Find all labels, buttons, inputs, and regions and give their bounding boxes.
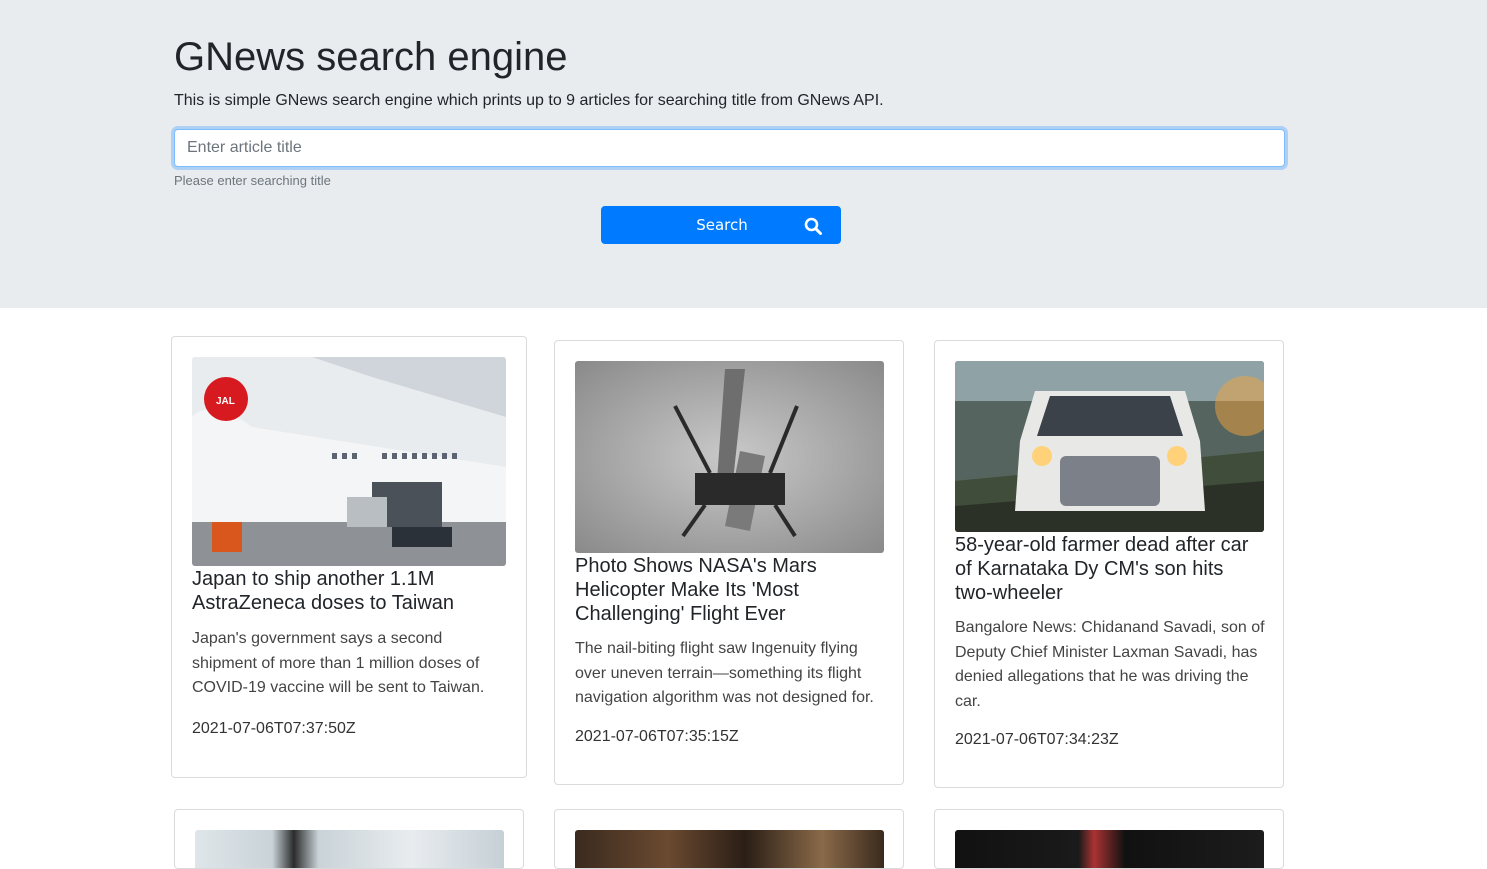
article-date: 2021-07-06T07:37:50Z (192, 720, 356, 737)
article-image[interactable] (575, 361, 884, 553)
article-image[interactable] (955, 830, 1264, 868)
article-description: Bangalore News: Chidanand Savadi, son of… (955, 619, 1265, 710)
svg-text:JAL: JAL (216, 396, 235, 407)
search-button[interactable]: Search (601, 206, 841, 244)
article-description: The nail-biting flight saw Ingenuity fly… (575, 640, 874, 706)
article-date: 2021-07-06T07:35:15Z (575, 728, 739, 745)
article-card[interactable]: JAL Japan to ship another 1.1M AstraZene… (171, 336, 527, 778)
page-title: GNews search engine (174, 35, 568, 79)
jumbotron: GNews search engine This is simple GNews… (0, 0, 1487, 308)
article-card[interactable] (554, 809, 904, 869)
article-image[interactable]: JAL (192, 357, 506, 566)
article-title[interactable]: 58-year-old farmer dead after car of Kar… (955, 533, 1265, 605)
search-icon (804, 217, 822, 235)
article-title[interactable]: Japan to ship another 1.1M AstraZeneca d… (192, 567, 506, 615)
article-image[interactable] (575, 830, 884, 868)
article-title[interactable]: Photo Shows NASA's Mars Helicopter Make … (575, 554, 885, 626)
article-card[interactable] (174, 809, 524, 869)
article-card[interactable]: Photo Shows NASA's Mars Helicopter Make … (554, 340, 904, 785)
article-date: 2021-07-06T07:34:23Z (955, 731, 1119, 748)
article-image[interactable] (195, 830, 504, 868)
article-description: Japan's government says a second shipmen… (192, 630, 485, 696)
search-help-text: Please enter searching title (174, 173, 331, 188)
article-card[interactable] (934, 809, 1284, 869)
page-description: This is simple GNews search engine which… (174, 92, 884, 109)
search-input[interactable] (174, 129, 1285, 167)
article-image[interactable] (955, 361, 1264, 532)
article-card[interactable]: 58-year-old farmer dead after car of Kar… (934, 340, 1284, 788)
